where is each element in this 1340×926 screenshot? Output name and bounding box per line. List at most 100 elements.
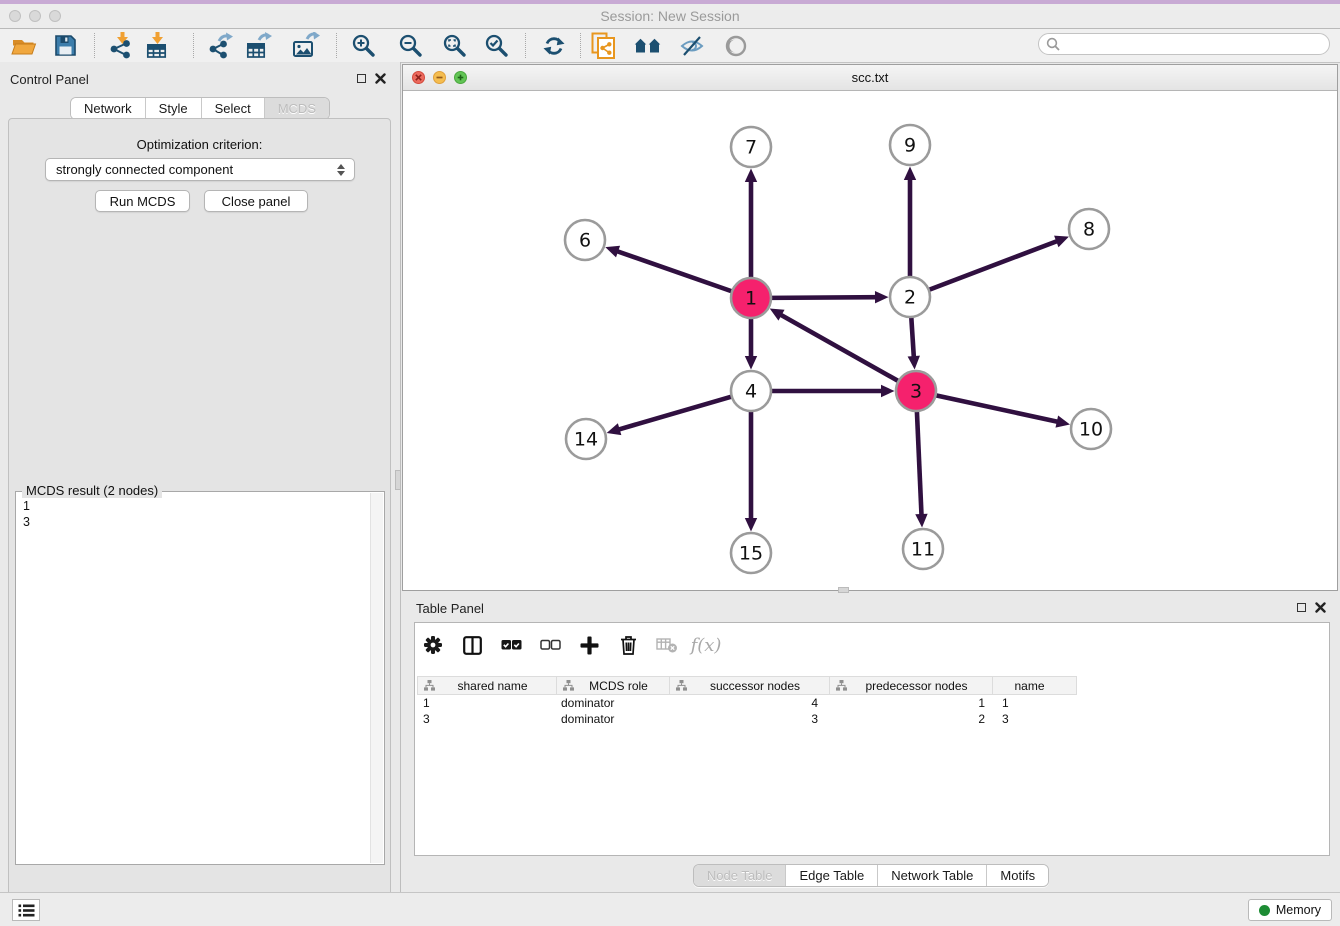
column-header-shared-name[interactable]: shared name [417, 676, 557, 695]
graph-node-label: 15 [739, 543, 763, 565]
toolbar-separator [580, 33, 581, 58]
application-window: Session: New Session [0, 0, 1340, 926]
save-icon[interactable] [48, 30, 82, 61]
run-mcds-button[interactable]: Run MCDS [95, 190, 190, 212]
home-pair-icon[interactable] [631, 30, 665, 61]
table-cell[interactable]: 3 [417, 711, 557, 727]
app-title: Session: New Session [0, 8, 1340, 24]
edge-3-1[interactable] [780, 314, 898, 381]
criterion-value: strongly connected component [46, 162, 337, 177]
table-cell[interactable]: 3 [670, 711, 830, 727]
graph-node-label: 6 [579, 230, 591, 252]
table-row[interactable]: 1dominator411 [417, 695, 1077, 711]
close-panel-icon[interactable] [375, 73, 386, 84]
table-cell[interactable]: 1 [417, 695, 557, 711]
select-all-checkboxes-icon[interactable] [499, 639, 523, 651]
edge-arrowhead [1054, 236, 1069, 248]
control-panel-title: Control Panel [10, 72, 89, 87]
table-row[interactable]: 3dominator323 [417, 711, 1077, 727]
hide-eye-icon[interactable] [675, 30, 709, 61]
edge-arrowhead [745, 356, 757, 370]
export-image-icon[interactable] [289, 30, 323, 61]
network-window-titlebar[interactable]: scc.txt [403, 65, 1337, 91]
network-graph[interactable]: 1234678910111415 [403, 91, 1337, 590]
table-cell[interactable]: 1 [993, 695, 1077, 711]
show-eye-icon[interactable] [719, 30, 753, 61]
delete-trash-icon[interactable] [616, 636, 640, 655]
zoom-fit-icon[interactable] [437, 30, 471, 61]
column-header-predecessor-nodes[interactable]: predecessor nodes [830, 676, 993, 695]
table-tabbar: Node TableEdge TableNetwork TableMotifs [693, 864, 1049, 887]
network-canvas[interactable]: 1234678910111415 [403, 91, 1337, 590]
edge-4-14[interactable] [618, 397, 732, 430]
edge-2-3[interactable] [911, 317, 914, 358]
edge-1-2[interactable] [771, 297, 877, 298]
tab-network[interactable]: Network [71, 98, 146, 119]
table-cell[interactable]: 1 [830, 695, 993, 711]
export-network-icon[interactable] [203, 30, 237, 61]
table-toolbar: f(x) [421, 631, 718, 659]
select-chevrons-icon [337, 164, 345, 176]
graph-node-label: 2 [904, 287, 916, 309]
graph-node-label: 3 [910, 381, 922, 403]
refresh-icon[interactable] [537, 30, 571, 61]
edge-2-8[interactable] [929, 241, 1058, 290]
toolbar-separator [94, 33, 95, 58]
control-panel-tabbar: NetworkStyleSelectMCDS [70, 97, 330, 120]
edge-arrowhead [908, 356, 920, 370]
network-window-title: scc.txt [403, 70, 1337, 85]
tab-style[interactable]: Style [146, 98, 202, 119]
destroy-table-icon[interactable] [655, 637, 679, 653]
criterion-select[interactable]: strongly connected component [45, 158, 355, 181]
table-cell[interactable]: dominator [557, 711, 670, 727]
table-tab-motifs[interactable]: Motifs [987, 865, 1048, 886]
add-column-icon[interactable] [577, 636, 601, 655]
zoom-in-icon[interactable] [346, 30, 380, 61]
edge-1-6[interactable] [616, 251, 731, 291]
table-tab-network-table[interactable]: Network Table [878, 865, 987, 886]
split-columns-icon[interactable] [460, 636, 484, 655]
import-network-icon[interactable] [105, 30, 139, 61]
edge-arrowhead [1055, 416, 1070, 428]
column-header-name[interactable]: name [993, 676, 1077, 695]
result-scrollbar[interactable] [370, 493, 383, 863]
network-from-file-icon[interactable] [586, 30, 620, 61]
zoom-selected-icon[interactable] [479, 30, 513, 61]
export-table-icon[interactable] [241, 30, 275, 61]
import-table-icon[interactable] [141, 30, 175, 61]
close-table-panel-icon[interactable] [1315, 602, 1326, 613]
open-folder-icon[interactable] [7, 30, 41, 61]
table-cell[interactable]: 3 [993, 711, 1077, 727]
float-panel-icon[interactable] [357, 74, 366, 83]
table-cell[interactable]: 2 [830, 711, 993, 727]
graph-node-label: 11 [911, 539, 935, 561]
edge-3-10[interactable] [936, 395, 1059, 422]
search-field[interactable] [1038, 33, 1330, 55]
main-toolbar [0, 29, 1340, 63]
deselect-checkboxes-icon[interactable] [538, 639, 562, 651]
splitter-grip-vertical[interactable] [395, 470, 401, 490]
table-tab-edge-table[interactable]: Edge Table [786, 865, 878, 886]
zoom-out-icon[interactable] [393, 30, 427, 61]
table-cell[interactable]: 4 [670, 695, 830, 711]
mcds-tab-content: Optimization criterion: strongly connect… [8, 118, 391, 926]
edge-arrowhead [881, 385, 895, 397]
mcds-result-list: 13 [16, 494, 37, 534]
search-input[interactable] [1060, 35, 1329, 53]
function-builder-icon[interactable]: f(x) [694, 635, 718, 656]
table-cell[interactable]: dominator [557, 695, 670, 711]
task-history-button[interactable] [12, 899, 40, 921]
column-header-successor-nodes[interactable]: successor nodes [670, 676, 830, 695]
tab-select[interactable]: Select [202, 98, 265, 119]
graph-node-label: 9 [904, 135, 916, 157]
close-panel-button[interactable]: Close panel [204, 190, 308, 212]
memory-button[interactable]: Memory [1248, 899, 1332, 921]
column-header-label: successor nodes [691, 679, 829, 693]
column-header-MCDS-role[interactable]: MCDS role [557, 676, 670, 695]
tab-mcds[interactable]: MCDS [265, 98, 329, 119]
graph-node-label: 7 [745, 137, 757, 159]
float-table-panel-icon[interactable] [1297, 603, 1306, 612]
edge-3-11[interactable] [917, 411, 922, 516]
table-tab-node-table[interactable]: Node Table [694, 865, 787, 886]
gear-icon[interactable] [421, 635, 445, 655]
